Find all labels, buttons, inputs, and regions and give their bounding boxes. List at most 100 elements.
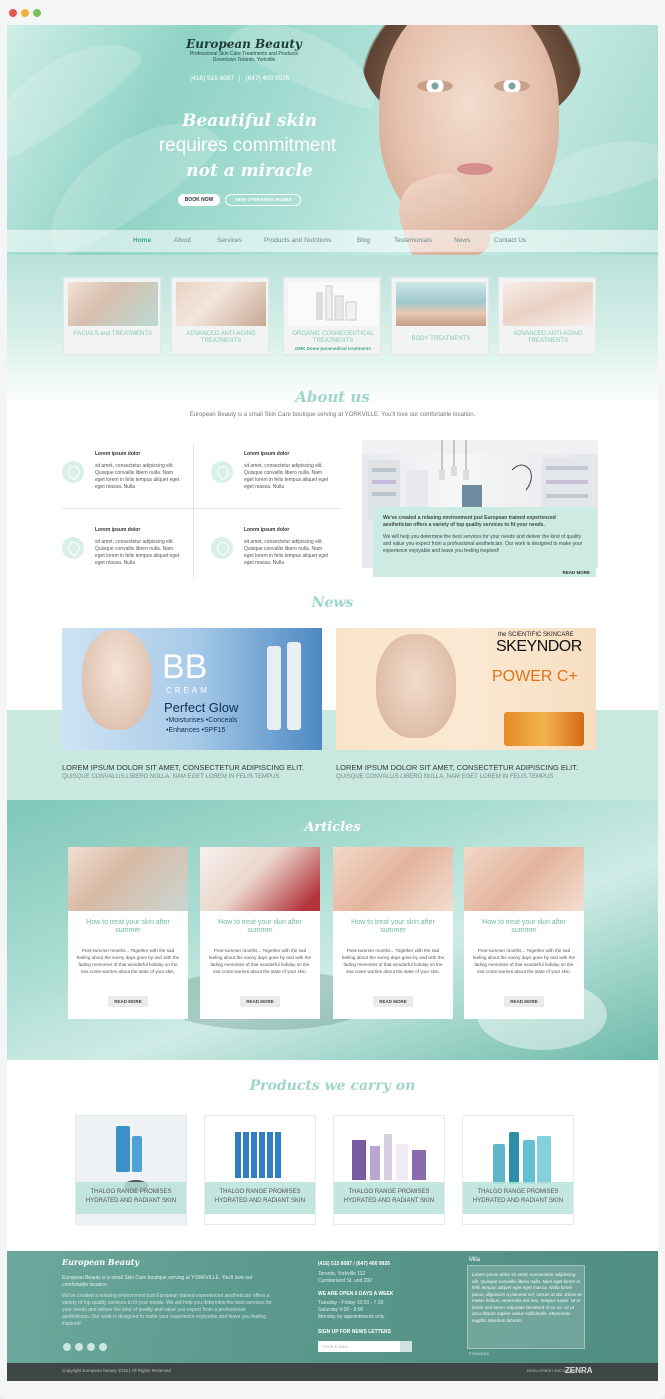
footer-open-title: WE ARE OPEN 6 DAYS A WEEK	[318, 1291, 394, 1297]
product-line-1: THALGO RANGE PROMISES	[90, 1189, 172, 1195]
book-now-button[interactable]: BOOK NOW	[178, 194, 220, 206]
feature-heading: Lorem ipsum dolor	[95, 451, 141, 457]
nav-item-about[interactable]: About	[174, 237, 191, 244]
twitter-icon[interactable]	[75, 1343, 83, 1351]
developer-brand[interactable]: ZENRA	[565, 1366, 593, 1375]
hero-headline-1: Beautiful skin	[181, 111, 318, 131]
article-card: How to treat your skin after summer Post…	[333, 847, 453, 1019]
nav-item-home[interactable]: Home	[133, 237, 151, 244]
hero-headline-2: requires commitment	[158, 135, 337, 156]
about-title: About us	[295, 388, 370, 406]
minimize-window-dot[interactable]	[21, 9, 29, 17]
article-card: How to treat your skin after summer Post…	[68, 847, 188, 1019]
article-card: How to treat your skin after summer Post…	[200, 847, 320, 1019]
model-eye	[417, 80, 453, 92]
feature-item: Lorem ipsum dolor sit amet, consectetur …	[211, 527, 341, 597]
service-card[interactable]: BODY TREATMENTS	[391, 277, 489, 355]
close-window-dot[interactable]	[9, 9, 17, 17]
article-image-massage	[68, 847, 188, 911]
anti-aging-image	[176, 282, 266, 326]
footer-address-1: Toronto, Yorkville 112	[318, 1271, 366, 1277]
nav-item-services[interactable]: Services	[217, 237, 242, 244]
operating-hours-button[interactable]: VIEW OPERATING HOURS	[225, 194, 301, 206]
product-card[interactable]: THALGO RANGE PROMISES HYDRATED AND RADIAN…	[204, 1115, 316, 1225]
feature-item: Lorem ipsum dolor sit amet, consectetur …	[62, 451, 192, 521]
pinterest-icon[interactable]	[99, 1343, 107, 1351]
footer-phones[interactable]: (416) 515 8087 / (647) 400 9926	[318, 1261, 390, 1267]
bb-cream-tubes	[267, 646, 281, 730]
service-label: ADVANCED ANTI-AGING TREATMENTS	[513, 331, 583, 344]
footer: European Beauty European Beauty is a sma…	[7, 1251, 658, 1363]
article-heading[interactable]: How to treat your skin after summer	[470, 919, 578, 935]
body-treatment-image	[396, 282, 486, 326]
footer-about-2: We've created a relaxing environment jus…	[62, 1293, 272, 1327]
article-image-hands	[464, 847, 584, 911]
product-card[interactable]: THALGO RANGE PROMISES HYDRATED AND RADIAN…	[462, 1115, 574, 1225]
service-label: ORGANIC COSMECEUTICAL TREATMENTS	[292, 331, 374, 344]
product-bottles-graphic	[316, 285, 357, 321]
newsletter-email-input[interactable]: YOUR E-MAIL	[318, 1341, 412, 1352]
divider	[193, 443, 194, 578]
read-more-link[interactable]: READ MORE	[562, 570, 590, 575]
article-image-hands	[333, 847, 453, 911]
product-card[interactable]: THALGO RANGE PROMISES HYDRATED AND RADIAN…	[75, 1115, 187, 1226]
product-label: THALGO RANGE PROMISES HYDRATED AND RADIAN…	[76, 1182, 186, 1214]
nav-item-blog[interactable]: Blog	[357, 237, 370, 244]
maximize-window-dot[interactable]	[33, 9, 41, 17]
news-headline[interactable]: LOREM IPSUM DOLOR SIT AMET, CONSECTETUR …	[62, 763, 304, 772]
facebook-icon[interactable]	[63, 1343, 71, 1351]
service-card[interactable]: ADVANCED ANTI-AGING TREATMENTS	[498, 277, 596, 355]
about-overlay-box: We've created a relaxing environment jus…	[373, 507, 596, 577]
service-label: FACIALS and TREATMENTS	[73, 331, 153, 337]
testimonial-author: Mila	[469, 1257, 481, 1263]
nav-item-contact[interactable]: Contact Us	[494, 237, 526, 244]
product-line-2: HYDRATED AND RADIANT SKIN	[85, 1198, 177, 1204]
article-heading[interactable]: How to treat your skin after summer	[206, 919, 314, 935]
service-card[interactable]: ADVANCED ANTI-AGING TREATMENTS	[171, 277, 269, 355]
phone-separator: |	[238, 75, 241, 82]
read-more-button[interactable]: READ MORE	[240, 996, 280, 1007]
product-card[interactable]: THALGO RANGE PROMISES HYDRATED AND RADIAN…	[333, 1115, 445, 1225]
site-logo[interactable]: European Beauty Professional Skin Care T…	[184, 37, 304, 63]
footer-about-1: European Beauty is a small Skin Care bou…	[62, 1275, 253, 1288]
product-label: THALGO RANGE PROMISES HYDRATED AND RADIAN…	[205, 1182, 315, 1214]
skeyndor-products	[504, 712, 584, 746]
product-line-2: HYDRATED AND RADIANT SKIN	[343, 1198, 435, 1204]
articles-title: Articles	[304, 820, 361, 835]
logo-title: European Beauty	[186, 37, 302, 51]
nav-item-news[interactable]: News	[454, 237, 470, 244]
feature-text: sit amet, consectetur adipiscing elit. Q…	[95, 463, 180, 490]
phone-number[interactable]: (647) 400 9926	[245, 75, 289, 82]
article-text: Post-summer months... Together with the …	[208, 948, 312, 974]
service-card[interactable]: FACIALS and TREATMENTS	[63, 277, 161, 355]
nav-item-testemonials[interactable]: Testemonials	[394, 237, 432, 244]
logo-location: Downtown Toronto, Yorkville	[212, 57, 276, 63]
article-heading[interactable]: How to treat your skin after summer	[339, 919, 447, 935]
product-line-1: THALGO RANGE PROMISES	[219, 1189, 301, 1195]
feature-text: sit amet, consectetur adipiscing elit. Q…	[244, 463, 329, 490]
nav-item-products[interactable]: Products and Nutritions	[264, 237, 332, 244]
product-line-1: THALGO RANGE PROMISES	[477, 1189, 559, 1195]
news-image-bb-cream[interactable]: BB CREAM Perfect Glow •Moisturises •Conc…	[62, 628, 322, 750]
read-more-button[interactable]: READ MORE	[504, 996, 544, 1007]
skeyndor-brand: SKEYNDOR	[496, 638, 582, 655]
news-image-skeyndor[interactable]: the SCIENTIFIC SKINCARE SKEYNDOR POWER C…	[336, 628, 596, 750]
window-chrome	[0, 0, 665, 25]
product-label: THALGO RANGE PROMISES HYDRATED AND RADIAN…	[334, 1182, 444, 1214]
feature-heading: Lorem ipsum dolor	[244, 451, 290, 457]
phone-number[interactable]: (416) 515 8087	[190, 75, 234, 82]
footer-hours-3: Monday by appointments only	[318, 1314, 385, 1320]
news-headline[interactable]: LOREM IPSUM DOLOR SIT AMET, CONSECTETUR …	[336, 763, 578, 772]
about-intro: European Beauty is a small Skin Care bou…	[189, 412, 476, 418]
google-plus-icon[interactable]	[87, 1343, 95, 1351]
read-more-button[interactable]: READ MORE	[373, 996, 413, 1007]
footer-logo[interactable]: European Beauty	[62, 1257, 139, 1267]
web-page: European Beauty Professional Skin Care T…	[7, 25, 658, 1381]
article-card: How to treat your skin after summer Post…	[464, 847, 584, 1019]
newsletter-submit-button[interactable]	[400, 1341, 412, 1352]
article-heading[interactable]: How to treat your skin after summer	[74, 919, 182, 935]
product-line-2: HYDRATED AND RADIANT SKIN	[472, 1198, 564, 1204]
read-more-button[interactable]: READ MORE	[108, 996, 148, 1007]
facial-treatment-image	[68, 282, 158, 326]
service-card[interactable]: ORGANIC COSMECEUTICAL TREATMENTS DMK Dom…	[283, 277, 381, 355]
